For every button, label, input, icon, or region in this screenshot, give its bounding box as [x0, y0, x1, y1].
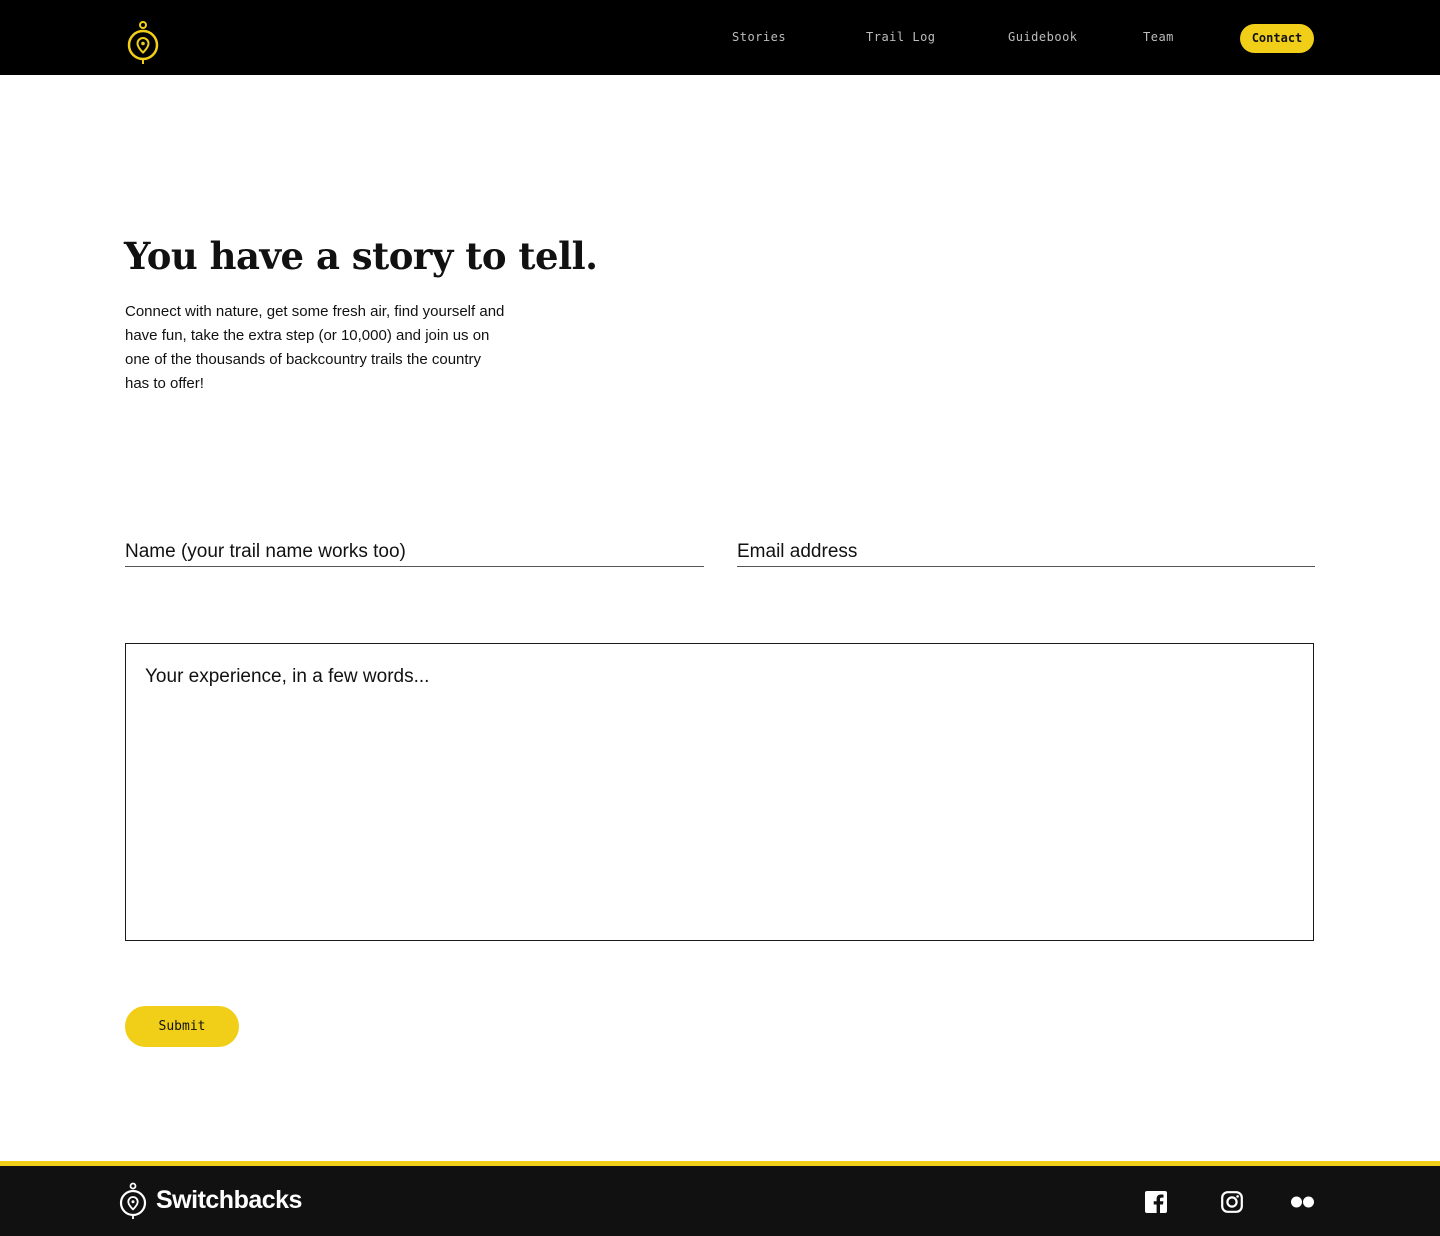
- page-title: You have a story to tell.: [124, 234, 598, 278]
- submit-button[interactable]: Submit: [125, 1006, 239, 1047]
- instagram-icon[interactable]: [1221, 1191, 1243, 1213]
- facebook-icon[interactable]: [1145, 1191, 1167, 1213]
- nav-stories[interactable]: Stories: [732, 30, 786, 44]
- story-textarea[interactable]: [125, 643, 1314, 941]
- switchbacks-logo-icon[interactable]: [118, 1182, 148, 1220]
- switchbacks-logo-icon[interactable]: [125, 20, 161, 66]
- nav-team[interactable]: Team: [1143, 30, 1174, 44]
- nav-trail-log[interactable]: Trail Log: [866, 30, 936, 44]
- email-field[interactable]: [737, 538, 1315, 567]
- intro-description: Connect with nature, get some fresh air,…: [125, 303, 505, 392]
- contact-button[interactable]: Contact: [1240, 24, 1314, 53]
- flickr-icon[interactable]: [1290, 1191, 1315, 1213]
- footer-brand-name[interactable]: Switchbacks: [156, 1186, 302, 1215]
- nav-guidebook[interactable]: Guidebook: [1008, 30, 1078, 44]
- site-footer: Switchbacks: [0, 1166, 1440, 1236]
- site-header: Stories Trail Log Guidebook Team Contact: [0, 0, 1440, 75]
- name-field[interactable]: [125, 538, 704, 567]
